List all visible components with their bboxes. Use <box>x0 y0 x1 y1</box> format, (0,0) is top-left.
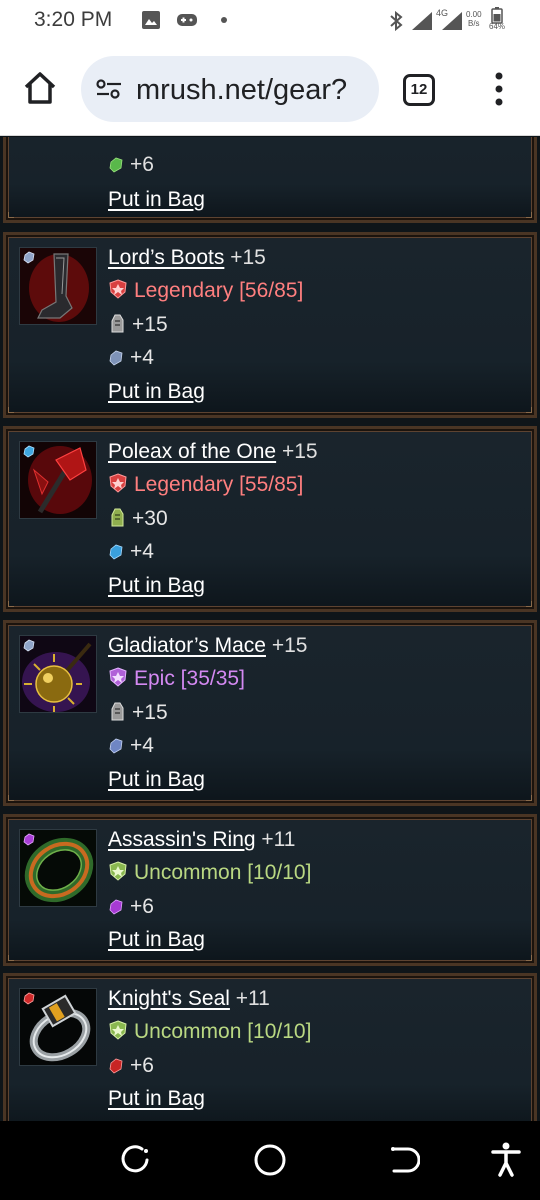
agility-stat: +30 <box>108 507 168 531</box>
item-level: +15 <box>281 440 318 463</box>
item-name-link[interactable]: Lord’s Boots <box>108 246 224 269</box>
gear-card: Assassin's Ring +11 Uncommon [10/10] +6 … <box>3 814 537 966</box>
rarity-line: Legendary [55/85] <box>108 473 303 497</box>
item-level: +15 <box>230 246 266 269</box>
gear-card: +6 Put in Bag <box>3 137 537 223</box>
browser-toolbar: mrush.net/gear? 12 <box>0 42 540 136</box>
put-in-bag-row: Put in Bag <box>108 1087 205 1111</box>
back-icon[interactable] <box>386 1143 420 1177</box>
gallery-icon <box>142 11 160 29</box>
item-level: +15 <box>271 634 308 657</box>
item-image-poleax[interactable] <box>19 441 97 519</box>
agility-icon <box>111 508 124 527</box>
gem-stat: +6 <box>108 895 154 919</box>
put-in-bag-link[interactable]: Put in Bag <box>108 768 205 791</box>
gem-icon <box>109 157 123 173</box>
game-controller-icon <box>177 14 197 26</box>
put-in-bag-row: Put in Bag <box>108 928 205 952</box>
status-time: 3:20 PM <box>34 8 113 31</box>
gem-icon <box>109 738 123 754</box>
put-in-bag-row: Put in Bag <box>108 188 205 212</box>
gem-icon <box>109 544 123 560</box>
gem-stat: +4 <box>108 540 154 564</box>
signal-icon-2 <box>442 12 462 30</box>
signal-icon <box>412 12 432 30</box>
put-in-bag-row: Put in Bag <box>108 380 205 404</box>
bluetooth-icon <box>390 10 403 32</box>
put-in-bag-link[interactable]: Put in Bag <box>108 928 205 951</box>
gear-card: Knight's Seal +11 Uncommon [10/10] +6 Pu… <box>3 973 537 1121</box>
menu-icon[interactable] <box>493 72 505 106</box>
rarity-shield-icon <box>109 861 127 881</box>
gear-card: Poleax of the One +15 Legendary [55/85] … <box>3 426 537 612</box>
system-nav-bar <box>0 1121 540 1200</box>
item-image-knights-seal[interactable] <box>19 988 97 1066</box>
put-in-bag-link[interactable]: Put in Bag <box>108 574 205 597</box>
status-bar: 3:20 PM 4G 0.00 B/s 64% <box>0 0 540 42</box>
gem-stat: +4 <box>108 734 154 758</box>
recent-apps-icon[interactable] <box>118 1143 152 1177</box>
item-image-assassins-ring[interactable] <box>19 829 97 907</box>
tier-gem-icon <box>23 445 35 458</box>
item-image-gladiators-mace[interactable] <box>19 635 97 713</box>
gem-icon <box>109 350 123 366</box>
battery-percent: 64% <box>489 22 506 31</box>
item-name-link[interactable]: Knight's Seal <box>108 987 230 1010</box>
item-title: Knight's Seal +11 <box>108 987 270 1011</box>
rarity-line: Uncommon [10/10] <box>108 861 311 885</box>
strength-stat: +15 <box>108 701 168 725</box>
item-name-link[interactable]: Poleax of the One <box>108 440 276 463</box>
tier-gem-icon <box>23 833 35 846</box>
strength-stat: +15 <box>108 313 168 337</box>
gem-stat: +6 <box>108 153 154 177</box>
item-level: +11 <box>261 828 296 851</box>
gem-icon <box>109 899 123 915</box>
gear-card: Gladiator’s Mace +15 Epic [35/35] +15 +4… <box>3 620 537 806</box>
put-in-bag-row: Put in Bag <box>108 574 205 598</box>
item-name-link[interactable]: Gladiator’s Mace <box>108 634 266 657</box>
put-in-bag-link[interactable]: Put in Bag <box>108 188 205 211</box>
accessibility-icon[interactable] <box>490 1141 522 1177</box>
gem-stat: +4 <box>108 346 154 370</box>
tabs-button[interactable]: 12 <box>403 74 435 106</box>
strength-icon <box>111 314 124 333</box>
notification-dot-icon <box>221 17 227 23</box>
item-title: Gladiator’s Mace +15 <box>108 634 307 658</box>
rarity-shield-icon <box>109 279 127 299</box>
put-in-bag-row: Put in Bag <box>108 768 205 792</box>
tier-gem-icon <box>23 251 35 264</box>
rarity-line: Uncommon [10/10] <box>108 1020 311 1044</box>
item-level: +11 <box>235 987 270 1010</box>
home-icon[interactable] <box>22 70 58 106</box>
item-name-link[interactable]: Assassin's Ring <box>108 828 256 851</box>
rarity-line: Legendary [56/85] <box>108 279 303 303</box>
gear-card: Lord’s Boots +15 Legendary [56/85] +15 +… <box>3 232 537 418</box>
gem-stat: +6 <box>108 1054 154 1078</box>
gem-icon <box>109 1058 123 1074</box>
item-image-lords-boots[interactable] <box>19 247 97 325</box>
put-in-bag-link[interactable]: Put in Bag <box>108 1087 205 1110</box>
strength-icon <box>111 702 124 721</box>
rarity-shield-icon <box>109 473 127 493</box>
item-title: Lord’s Boots +15 <box>108 246 266 270</box>
put-in-bag-link[interactable]: Put in Bag <box>108 380 205 403</box>
tune-icon[interactable] <box>95 78 123 100</box>
rarity-shield-icon <box>109 1020 127 1040</box>
home-circle-icon[interactable] <box>253 1143 287 1177</box>
rarity-line: Epic [35/35] <box>108 667 245 691</box>
tier-gem-icon <box>23 992 35 1005</box>
gear-page: +6 Put in Bag Lord’s Boots +15 Legendary… <box>0 137 540 1121</box>
item-title: Assassin's Ring +11 <box>108 828 296 852</box>
network-speed: 0.00 B/s <box>466 10 482 28</box>
url-text[interactable]: mrush.net/gear? <box>136 74 372 107</box>
address-bar[interactable]: mrush.net/gear? <box>81 56 379 122</box>
tier-gem-icon <box>23 639 35 652</box>
item-title: Poleax of the One +15 <box>108 440 318 464</box>
rarity-shield-icon <box>109 667 127 687</box>
